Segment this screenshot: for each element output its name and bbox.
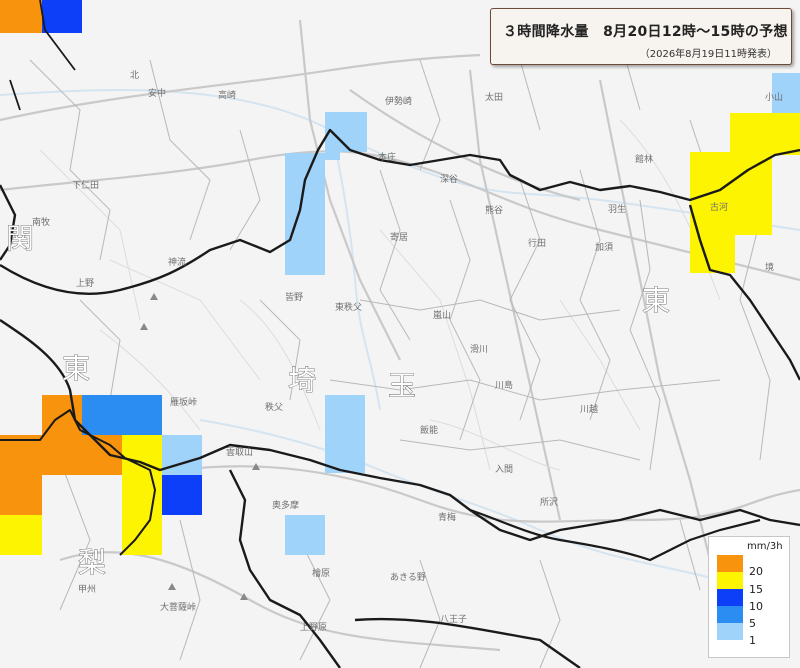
place-label: あきる野 [390, 572, 426, 583]
place-label: 神流 [168, 256, 186, 268]
place-label: 川越 [580, 403, 598, 415]
place-label: 所沢 [540, 496, 558, 508]
precip-cell-5 [82, 395, 162, 435]
region-label: 東 [62, 352, 90, 385]
place-label: 上野原 [300, 622, 327, 633]
place-label: 秩父 [265, 402, 283, 413]
place-label: 入間 [495, 464, 513, 475]
place-label: 奥多摩 [272, 499, 299, 511]
precip-cell-10 [42, 0, 82, 33]
place-label: 太田 [485, 91, 503, 103]
place-label: 東秩父 [335, 301, 362, 313]
legend-label: 5 [749, 617, 756, 630]
place-label: 大菩薩峠 [160, 601, 196, 613]
region-label: 埼 [288, 364, 316, 397]
legend-label: 20 [749, 565, 763, 578]
precip-cell-20 [0, 0, 42, 33]
place-label: 川島 [495, 379, 513, 391]
precip-cell-1 [325, 395, 365, 473]
legend-unit: mm/3h [747, 541, 783, 552]
forecast-title-panel: ３時間降水量 8月20日12時〜15時の予想 （2026年8月19日11時発表） [490, 8, 792, 65]
precip-cell-1 [162, 435, 202, 475]
place-label: 滑川 [470, 344, 488, 355]
precip-cell-20 [0, 475, 42, 515]
place-label: 境 [765, 261, 774, 273]
forecast-title: ３時間降水量 8月20日12時〜15時の予想 [503, 24, 788, 40]
place-label: 熊谷 [485, 204, 503, 216]
legend-label: 15 [749, 583, 763, 596]
place-label: 青梅 [438, 511, 456, 523]
region-label: 東 [642, 284, 670, 317]
region-label: 玉 [388, 369, 416, 402]
region-label: 関 [6, 222, 34, 255]
place-label: 下仁田 [72, 179, 99, 191]
precip-cell-10 [162, 475, 202, 515]
place-label: 皆野 [285, 292, 303, 303]
place-label: 羽生 [608, 203, 626, 215]
legend-swatch-15 [717, 572, 743, 589]
place-label: 安中 [148, 87, 166, 99]
place-label: 檜原 [312, 567, 330, 579]
precip-cell-15 [0, 515, 42, 555]
region-label: 梨 [78, 546, 106, 579]
legend-swatch-20 [717, 555, 743, 572]
legend-swatch-10 [717, 589, 743, 606]
place-label: 嵐山 [433, 310, 451, 321]
place-label: 八王子 [440, 614, 467, 625]
place-label: 北 [130, 70, 139, 81]
place-label: 高崎 [218, 89, 236, 101]
place-label: 南牧 [32, 216, 50, 228]
place-label: 寄居 [390, 231, 408, 243]
place-label: 古河 [710, 201, 728, 213]
place-label: 小山 [765, 92, 783, 103]
legend-label: 10 [749, 600, 763, 613]
place-label: 伊勢崎 [385, 95, 412, 107]
legend-swatch-5 [717, 606, 743, 623]
precip-cell-1 [285, 515, 325, 555]
place-label: 深谷 [440, 174, 458, 185]
place-label: 館林 [635, 153, 653, 165]
precip-cell-15 [122, 435, 162, 555]
place-label: 加須 [595, 242, 613, 253]
place-label: 上野 [76, 278, 94, 289]
legend-label: 1 [749, 634, 756, 647]
issued-time: （2026年8月19日11時発表） [639, 49, 777, 60]
map-canvas: 関 東 埼 玉 東 梨 安中 北 下仁田 南牧 上野 神流 皆野 東秩父 秩父 … [0, 0, 800, 668]
precipitation-legend: mm/3h 20 15 10 5 1 [708, 536, 790, 658]
place-label: 飯能 [420, 424, 438, 436]
place-label: 本庄 [378, 151, 396, 163]
legend-swatch-1 [717, 623, 743, 640]
precipitation-forecast-map: 関 東 埼 玉 東 梨 安中 北 下仁田 南牧 上野 神流 皆野 東秩父 秩父 … [0, 0, 800, 668]
place-label: 甲州 [78, 584, 96, 595]
place-label: 雲取山 [226, 447, 253, 458]
place-label: 行田 [528, 237, 546, 249]
place-label: 雁坂峠 [170, 396, 197, 408]
